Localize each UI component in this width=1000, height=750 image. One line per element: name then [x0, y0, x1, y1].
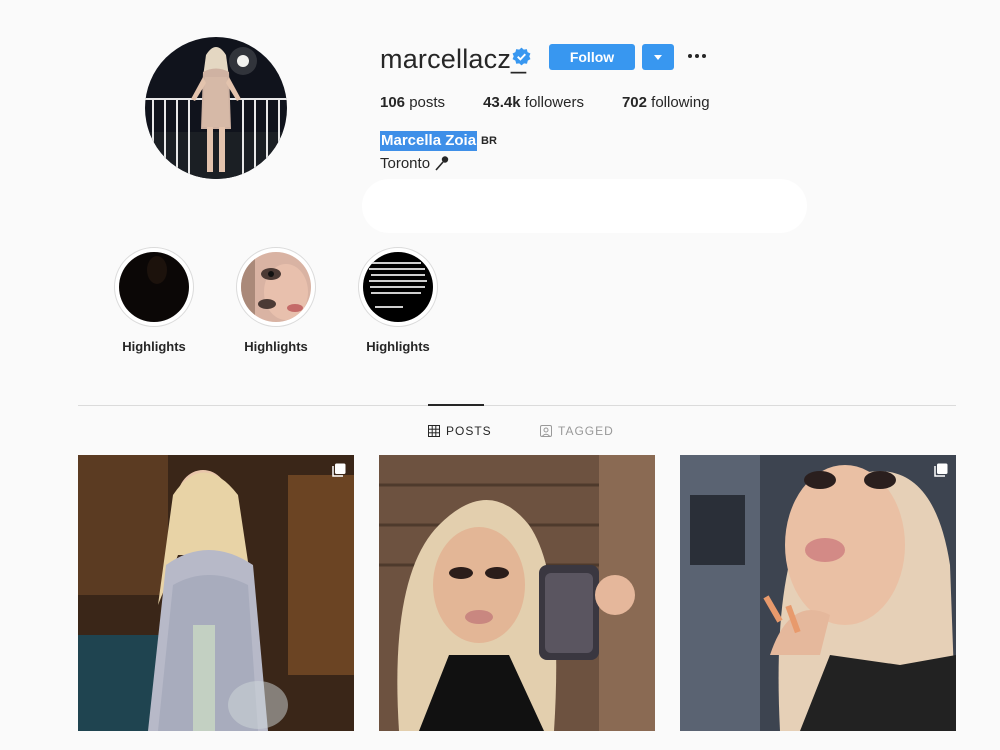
- post-thumbnail[interactable]: [680, 455, 956, 731]
- grid-icon: [428, 425, 440, 437]
- highlight-cover-image: [363, 252, 433, 322]
- profile-stats: 106 posts 43.4k followers 702 following: [380, 94, 748, 111]
- multiple-photos-icon: [332, 463, 346, 477]
- location-text: Toronto: [380, 154, 431, 172]
- suggested-dropdown-button[interactable]: [642, 44, 674, 70]
- post-thumbnail[interactable]: [379, 455, 655, 731]
- profile-username: marcellacz_: [380, 44, 527, 74]
- highlight-label: Highlights: [122, 339, 186, 354]
- post-image: [379, 455, 655, 731]
- follow-button[interactable]: Follow: [549, 44, 635, 70]
- highlight-label: Highlights: [366, 339, 430, 354]
- fullname-row: Marcella Zoia BR: [380, 131, 497, 151]
- more-options-button[interactable]: [687, 46, 707, 66]
- post-image: [78, 455, 354, 731]
- redacted-bio-area: [362, 179, 807, 233]
- highlight-ring: [114, 247, 194, 327]
- chevron-down-icon: [654, 55, 662, 60]
- following-stat[interactable]: 702 following: [622, 94, 710, 111]
- story-highlight[interactable]: Highlights: [236, 247, 316, 354]
- highlight-cover-image: [241, 252, 311, 322]
- post-thumbnail[interactable]: [78, 455, 354, 731]
- highlight-ring: [236, 247, 316, 327]
- profile-location: Toronto: [380, 154, 451, 172]
- followers-label: followers: [520, 94, 584, 111]
- tab-posts[interactable]: POSTS: [428, 424, 492, 438]
- highlight-cover-image: [119, 252, 189, 322]
- followers-count: 43.4k: [483, 94, 521, 111]
- dot-icon: [702, 54, 706, 58]
- story-highlight[interactable]: Highlights: [358, 247, 438, 354]
- dot-icon: [688, 54, 692, 58]
- posts-label: posts: [405, 94, 446, 111]
- highlight-ring: [358, 247, 438, 327]
- tabs-divider: [78, 405, 956, 406]
- dot-icon: [695, 54, 699, 58]
- post-image: [680, 455, 956, 731]
- story-highlight[interactable]: Highlights: [114, 247, 194, 354]
- multiple-photos-icon: [934, 463, 948, 477]
- pin-icon: [435, 156, 449, 171]
- profile-full-name: Marcella Zoia: [380, 131, 478, 151]
- highlight-label: Highlights: [244, 339, 308, 354]
- posts-stat: 106 posts: [380, 94, 445, 111]
- avatar-photo: [145, 37, 287, 179]
- active-tab-indicator: [428, 404, 484, 406]
- following-count: 702: [621, 94, 647, 111]
- posts-count: 106: [380, 94, 406, 111]
- tab-posts-label: POSTS: [446, 424, 492, 438]
- tag-icon: [540, 425, 552, 437]
- profile-avatar[interactable]: [145, 37, 287, 179]
- name-badge: BR: [481, 135, 497, 147]
- following-label: following: [647, 94, 710, 111]
- verified-badge-icon: [512, 47, 531, 66]
- tab-tagged-label: TAGGED: [558, 424, 614, 438]
- tab-tagged[interactable]: TAGGED: [540, 424, 614, 438]
- followers-stat[interactable]: 43.4k followers: [483, 94, 584, 111]
